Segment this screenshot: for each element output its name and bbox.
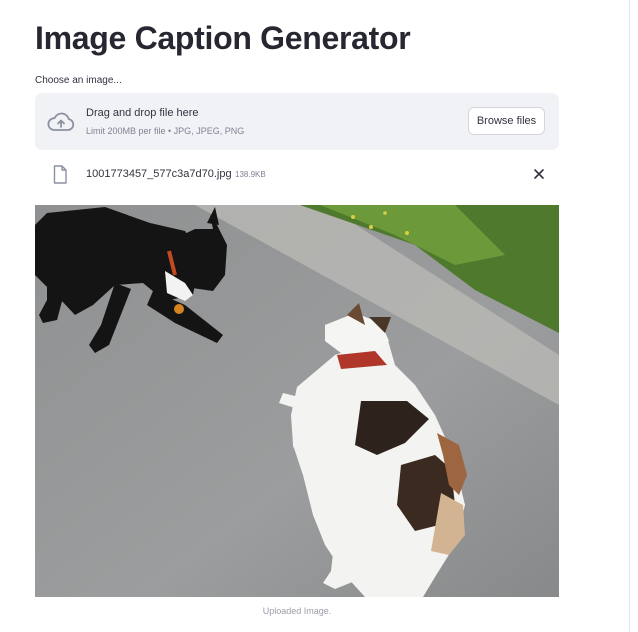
- dropzone-title: Drag and drop file here: [86, 107, 199, 119]
- uploaded-image: [35, 205, 559, 597]
- uploaded-file-row: 1001773457_577c3a7d70.jpg 138.9KB: [35, 160, 559, 188]
- close-icon[interactable]: [533, 168, 545, 180]
- file-name: 1001773457_577c3a7d70.jpg: [86, 168, 232, 180]
- image-caption: Uploaded Image.: [262, 606, 332, 616]
- file-size: 138.9KB: [235, 170, 266, 179]
- right-edge-divider: [629, 0, 630, 632]
- browse-files-button[interactable]: Browse files: [468, 107, 545, 135]
- page-title: Image Caption Generator: [35, 20, 411, 56]
- file-icon: [53, 165, 67, 184]
- uploader-label: Choose an image...: [35, 75, 122, 86]
- cloud-upload-icon: [47, 112, 75, 131]
- dogs-photo: [35, 205, 559, 597]
- file-dropzone[interactable]: Drag and drop file here Limit 200MB per …: [35, 93, 559, 150]
- dropzone-limit-text: Limit 200MB per file • JPG, JPEG, PNG: [86, 126, 245, 136]
